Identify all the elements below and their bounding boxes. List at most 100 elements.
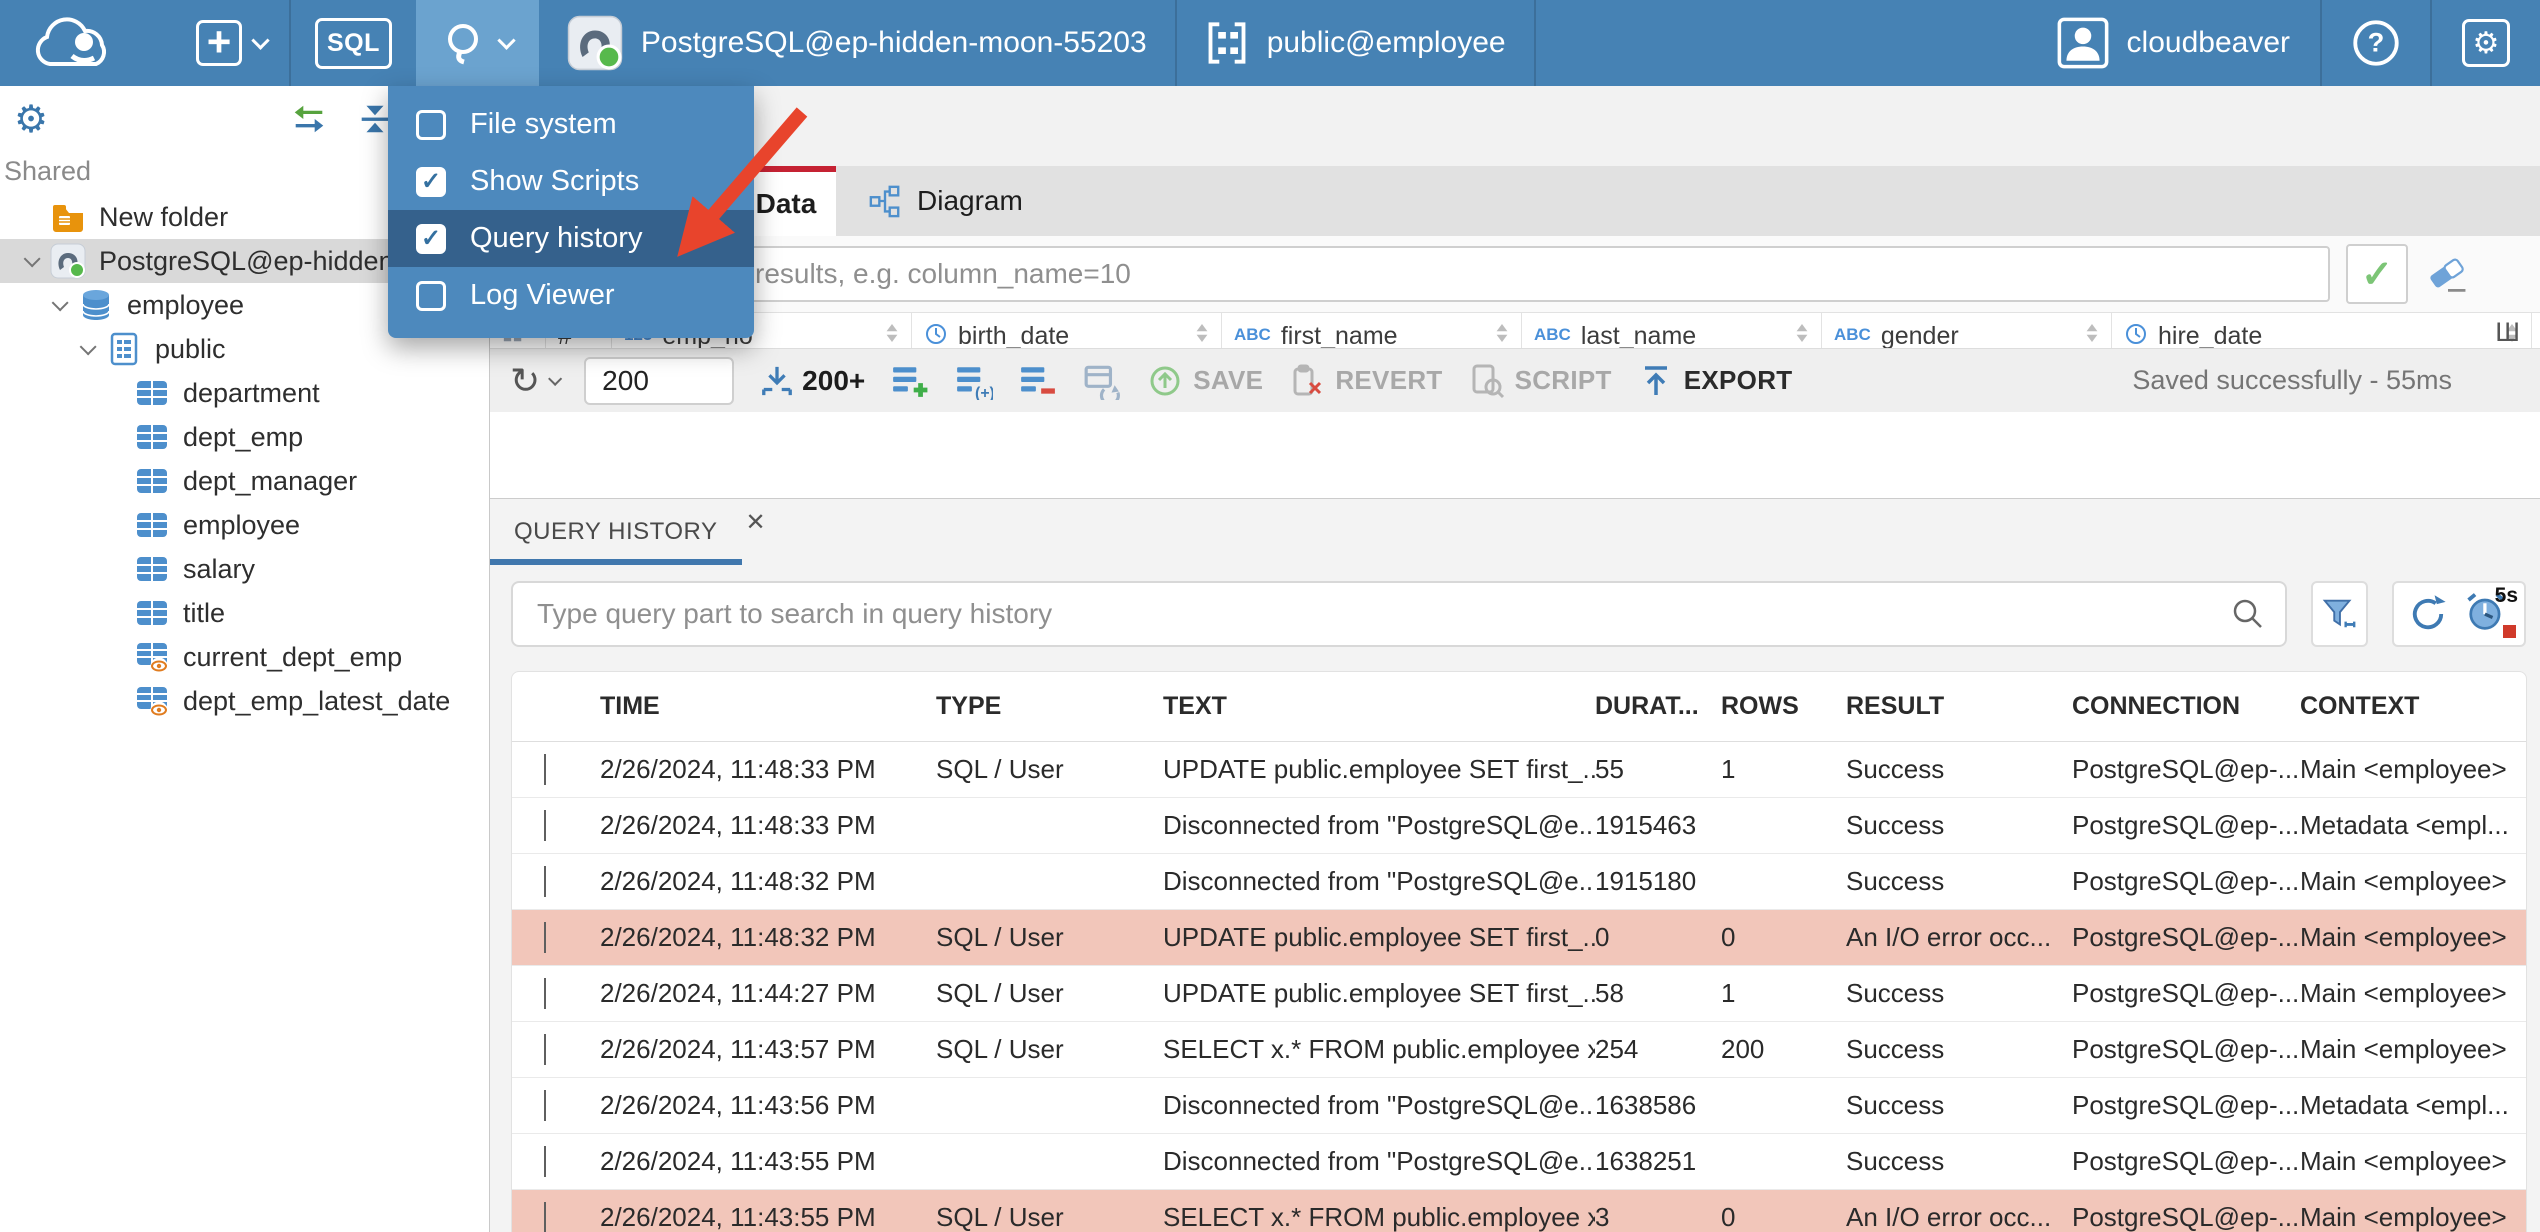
expand-row-icon[interactable] (544, 1034, 546, 1065)
filter-expression-input[interactable] (500, 246, 2330, 302)
grid-column-last-name[interactable]: ABC last_name (1522, 313, 1822, 348)
view-menu-button[interactable] (415, 0, 539, 86)
query-history-row[interactable]: 2/26/2024, 11:43:55 PM Disconnected from … (512, 1134, 2526, 1190)
view-icon (134, 683, 170, 719)
tree-item-dept-emp[interactable]: dept_emp (0, 415, 489, 459)
expand-row-icon[interactable] (544, 1090, 546, 1121)
chevron-down-icon[interactable] (79, 338, 97, 356)
view-menu-item-query-history[interactable]: ✓ Query history (388, 210, 754, 267)
sort-icon[interactable] (1493, 322, 1511, 344)
tree-item-dept-emp-latest-date[interactable]: dept_emp_latest_date (0, 679, 489, 723)
plus-icon: + (196, 20, 242, 66)
expand-row-icon[interactable] (544, 866, 546, 897)
tree-item-label: public (155, 333, 226, 364)
refresh-button[interactable]: ↻ (510, 360, 563, 402)
expand-row-icon[interactable] (544, 922, 546, 953)
column-rows[interactable]: ROWS (1721, 692, 1846, 721)
column-result[interactable]: RESULT (1846, 692, 2072, 721)
expand-row-icon[interactable] (544, 810, 546, 841)
column-type[interactable]: TYPE (936, 692, 1163, 721)
connection-selector[interactable]: PostgreSQL@ep-hidden-moon-55203 (539, 0, 1175, 86)
checkbox-unchecked-icon[interactable] (416, 109, 446, 140)
tab-query-history[interactable]: QUERY HISTORY ✕ (490, 499, 782, 565)
sql-editor-button[interactable]: SQL (291, 0, 416, 86)
user-menu[interactable]: cloudbeaver (2027, 0, 2320, 86)
menu-item-label: Show Scripts (470, 165, 640, 197)
new-object-button[interactable]: + (174, 0, 289, 86)
close-icon[interactable]: ✕ (745, 508, 766, 537)
cell-context: Main <employee> (2300, 754, 2507, 784)
expand-row-icon[interactable] (544, 978, 546, 1009)
grid-column-gender[interactable]: ABC gender (1822, 313, 2112, 348)
script-button[interactable]: SCRIPT (1469, 363, 1612, 399)
row-limit-input[interactable] (584, 356, 735, 405)
view-menu-item-file-system[interactable]: File system (388, 96, 754, 153)
sync-connection-icon[interactable] (290, 100, 328, 138)
query-history-row[interactable]: 2/26/2024, 11:48:32 PM SQL / User UPDATE p… (512, 910, 2526, 966)
tree-item-title[interactable]: title (0, 591, 489, 635)
query-history-filter-button[interactable] (2310, 581, 2368, 647)
query-history-row[interactable]: 2/26/2024, 11:43:57 PM SQL / User SELECT x… (512, 1022, 2526, 1078)
grid-column-birth-date[interactable]: birth_date (912, 313, 1222, 348)
grid-column-hire-date[interactable]: hire_date (2112, 313, 2532, 348)
username: cloudbeaver (2126, 26, 2290, 59)
column-connection[interactable]: CONNECTION (2072, 692, 2300, 721)
cell-connection: PostgreSQL@ep-... (2072, 1202, 2300, 1232)
sort-icon[interactable] (1793, 322, 1811, 344)
settings-button[interactable]: ⚙ (2432, 0, 2540, 86)
tree-item-label: PostgreSQL@ep-hidden- (99, 245, 403, 276)
checkbox-unchecked-icon[interactable] (416, 280, 446, 311)
query-history-search-input[interactable] (511, 581, 2287, 647)
delete-row-icon[interactable] (1019, 362, 1057, 400)
help-button[interactable]: ? (2322, 0, 2430, 86)
expand-row-icon[interactable] (544, 1146, 546, 1177)
sidebar-settings-icon[interactable]: ⚙ (14, 97, 48, 142)
query-history-row[interactable]: 2/26/2024, 11:44:27 PM SQL / User UPDATE p… (512, 966, 2526, 1022)
checkbox-checked-icon[interactable]: ✓ (416, 166, 446, 197)
query-history-row[interactable]: 2/26/2024, 11:48:32 PM Disconnected from … (512, 854, 2526, 910)
view-menu-item-log-viewer[interactable]: Log Viewer (388, 267, 754, 324)
query-history-row[interactable]: 2/26/2024, 11:48:33 PM SQL / User UPDATE p… (512, 742, 2526, 798)
tree-item-employee[interactable]: employee (0, 503, 489, 547)
sort-icon[interactable] (2083, 322, 2101, 344)
schema-selector[interactable]: public@employee (1177, 0, 1534, 86)
view-menu-item-show-scripts[interactable]: ✓ Show Scripts (388, 153, 754, 210)
cell-text: UPDATE public.employee SET first_... (1163, 922, 1595, 952)
tree-item-dept-manager[interactable]: dept_manager (0, 459, 489, 503)
refresh-grid-icon[interactable] (1083, 362, 1121, 400)
fetch-more-button[interactable]: 200+ (760, 364, 865, 398)
revert-button[interactable]: REVERT (1289, 363, 1442, 399)
export-button[interactable]: EXPORT (1638, 363, 1793, 399)
checkbox-checked-icon[interactable]: ✓ (416, 223, 446, 254)
chevron-down-icon[interactable] (51, 294, 69, 312)
column-durat[interactable]: DURAT... (1595, 692, 1721, 721)
table-icon (134, 551, 170, 587)
chevron-down-icon[interactable] (23, 250, 41, 268)
sort-icon[interactable] (883, 322, 901, 344)
query-history-row[interactable]: 2/26/2024, 11:43:55 PM SQL / User SELECT x… (512, 1190, 2526, 1232)
tab-diagram[interactable]: Diagram (836, 166, 1055, 236)
tree-item-department[interactable]: department (0, 371, 489, 415)
schema-name: public@employee (1266, 26, 1506, 59)
grid-config-icon[interactable]: Ш (2495, 317, 2520, 348)
save-button[interactable]: SAVE (1147, 363, 1263, 399)
column-time[interactable]: TIME (600, 692, 936, 721)
avatar-icon (2057, 17, 2108, 69)
fetch-more-icon (762, 366, 793, 395)
query-history-row[interactable]: 2/26/2024, 11:48:33 PM Disconnected from … (512, 798, 2526, 854)
eraser-icon[interactable] (2424, 250, 2472, 298)
tree-item-label: salary (183, 553, 256, 584)
expand-row-icon[interactable] (544, 1202, 546, 1232)
query-history-row[interactable]: 2/26/2024, 11:43:56 PM Disconnected from … (512, 1078, 2526, 1134)
column-text[interactable]: TEXT (1163, 692, 1595, 721)
apply-filter-button[interactable]: ✓ (2346, 244, 2408, 304)
duplicate-row-icon[interactable]: (+) (955, 362, 993, 400)
column-context[interactable]: CONTEXT (2300, 692, 2526, 721)
add-row-icon[interactable] (891, 362, 929, 400)
sort-icon[interactable] (1193, 322, 1211, 344)
tree-item-salary[interactable]: salary (0, 547, 489, 591)
auto-refresh-control[interactable]: 5s (2392, 581, 2526, 647)
expand-row-icon[interactable] (544, 754, 546, 785)
grid-column-first-name[interactable]: ABC first_name (1222, 313, 1522, 348)
tree-item-current-dept-emp[interactable]: current_dept_emp (0, 635, 489, 679)
